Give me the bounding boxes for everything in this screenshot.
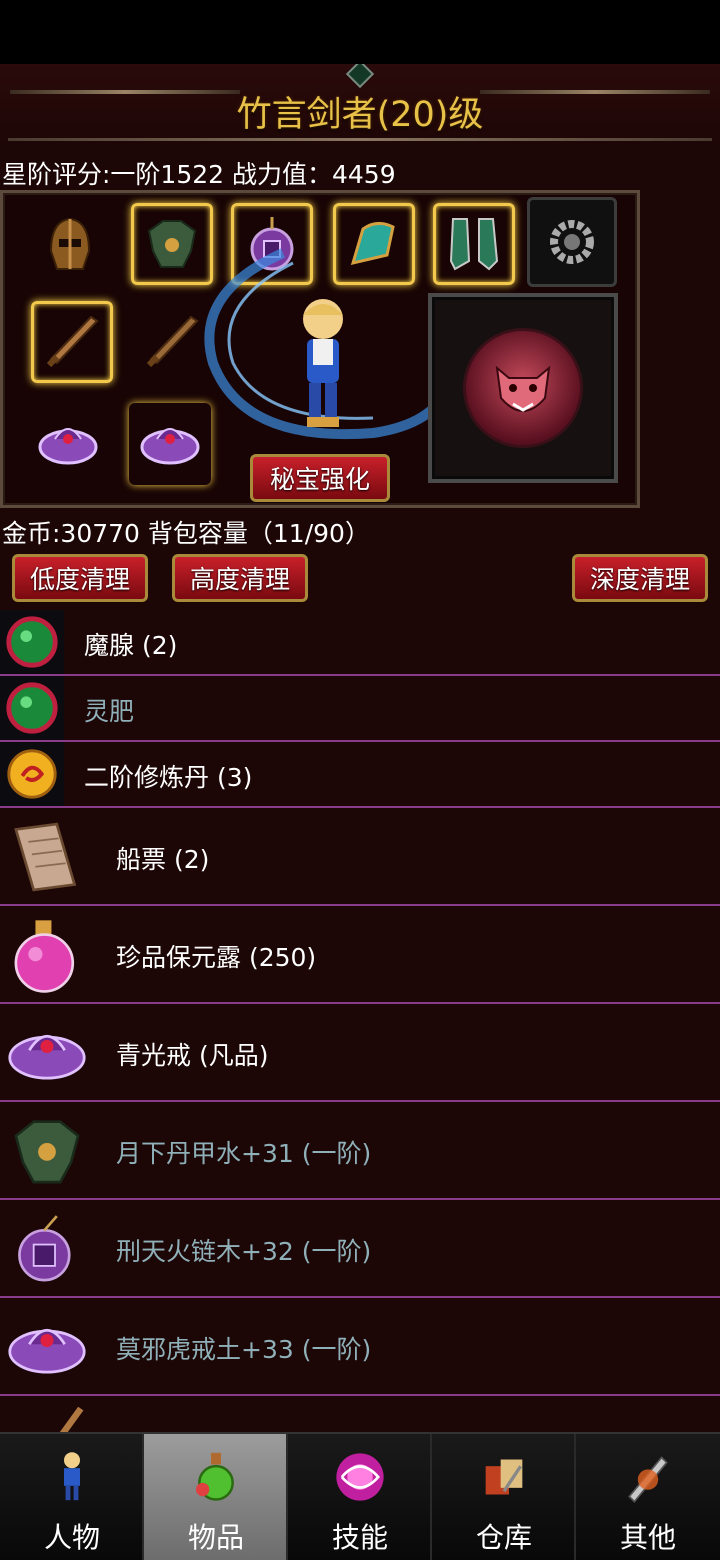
rating-power-text: 星阶评分:一阶1522 战力值：4459 bbox=[2, 160, 396, 189]
tab-other[interactable]: 其他 bbox=[576, 1434, 720, 1560]
character-avatar bbox=[303, 299, 343, 427]
item-label: 魔腺 (2) bbox=[84, 631, 178, 660]
tab-warehouse[interactable]: 仓库 bbox=[432, 1434, 576, 1560]
bead-bracelet-icon bbox=[550, 220, 594, 264]
list-item[interactable]: 魔腺 (2) bbox=[0, 610, 720, 676]
helmet-slot[interactable] bbox=[29, 203, 111, 285]
bracer-slot[interactable] bbox=[333, 203, 415, 285]
armor-slot[interactable] bbox=[131, 203, 213, 285]
item-label: 船票 (2) bbox=[116, 845, 210, 874]
secret-enhance-button[interactable]: 秘宝强化 bbox=[250, 454, 390, 502]
armor-icon bbox=[147, 220, 197, 268]
other-sword-icon bbox=[618, 1444, 678, 1510]
green-orb-icon bbox=[0, 610, 64, 674]
pill-icon bbox=[0, 742, 64, 806]
ring-slot-left[interactable] bbox=[27, 403, 109, 485]
helmet-icon bbox=[49, 217, 91, 270]
potion-icon bbox=[2, 912, 92, 998]
tab-label: 物品 bbox=[187, 1521, 244, 1554]
status-bar bbox=[0, 0, 720, 64]
sword-icon bbox=[2, 1402, 92, 1432]
gold-capacity-text: 金币:30770 背包容量（11/90） bbox=[2, 519, 370, 548]
item-label: 珍品保元露 (250) bbox=[116, 943, 317, 972]
armor-icon bbox=[2, 1108, 92, 1194]
list-item[interactable]: 灵肥 bbox=[0, 676, 720, 742]
header-gem-icon bbox=[345, 64, 375, 89]
tab-label: 技能 bbox=[331, 1521, 388, 1554]
bottom-tab-bar: 人物 物品 技能 仓库 其他 bbox=[0, 1432, 720, 1560]
tab-character[interactable]: 人物 bbox=[0, 1434, 144, 1560]
sword-icon bbox=[146, 315, 199, 368]
inventory-panel: 竹言剑者(20)级 星阶评分:一阶1522 战力值：4459 秘宝强化 金币:3… bbox=[0, 64, 720, 1432]
warehouse-icon bbox=[474, 1444, 534, 1510]
bracelet-slot[interactable] bbox=[527, 197, 617, 287]
list-item[interactable]: 珍品保元露 (250) bbox=[0, 906, 720, 1004]
ring-slot-right[interactable] bbox=[129, 403, 211, 485]
amulet-icon bbox=[250, 217, 294, 271]
potion-bottle-icon bbox=[186, 1444, 246, 1510]
list-item[interactable]: 莫邪虎戒土+33 (一阶) bbox=[0, 1298, 720, 1396]
ring-icon bbox=[2, 1010, 92, 1096]
item-label: 月下丹甲水+31 (一阶) bbox=[116, 1139, 372, 1168]
ring-icon bbox=[38, 428, 98, 465]
amulet-icon bbox=[2, 1206, 92, 1292]
boots-slot[interactable] bbox=[433, 203, 515, 285]
weapon-slot[interactable] bbox=[31, 301, 113, 383]
sword-icon bbox=[46, 315, 99, 368]
list-item[interactable]: 刑天火链木+32 (一阶) bbox=[0, 1200, 720, 1298]
list-item[interactable]: 月下丹甲水+31 (一阶) bbox=[0, 1102, 720, 1200]
scroll-icon bbox=[2, 814, 92, 900]
tab-skills[interactable]: 技能 bbox=[288, 1434, 432, 1560]
boots-icon bbox=[449, 218, 499, 271]
list-item[interactable]: 二阶修炼丹 (3) bbox=[0, 742, 720, 808]
item-label: 二阶修炼丹 (3) bbox=[84, 763, 253, 792]
tab-label: 其他 bbox=[619, 1521, 676, 1554]
tiger-emblem-icon bbox=[463, 328, 583, 448]
deep-clean-button[interactable]: 深度清理 bbox=[572, 554, 708, 602]
ring-icon bbox=[2, 1304, 92, 1390]
tab-label: 人物 bbox=[43, 1521, 100, 1554]
tab-items[interactable]: 物品 bbox=[144, 1434, 288, 1560]
character-icon bbox=[42, 1444, 102, 1510]
item-label: 刑天火链木+32 (一阶) bbox=[116, 1237, 372, 1266]
header-divider bbox=[8, 138, 712, 141]
skill-orb-icon bbox=[330, 1444, 390, 1510]
tab-label: 仓库 bbox=[475, 1521, 532, 1554]
character-title: 竹言剑者(20)级 bbox=[236, 95, 484, 135]
item-label: 灵肥 bbox=[84, 697, 135, 726]
item-label: 青光戒 (凡品) bbox=[116, 1041, 269, 1070]
green-orb-icon bbox=[0, 676, 64, 740]
high-clean-button[interactable]: 高度清理 bbox=[172, 554, 308, 602]
low-clean-button[interactable]: 低度清理 bbox=[12, 554, 148, 602]
item-label: 莫邪虎戒土+33 (一阶) bbox=[116, 1335, 372, 1364]
secret-treasure-slot[interactable] bbox=[428, 293, 618, 483]
list-item[interactable]: 船票 (2) bbox=[0, 808, 720, 906]
bracer-icon bbox=[350, 222, 395, 266]
ring-icon bbox=[140, 428, 200, 465]
list-item[interactable]: 青光戒 (凡品) bbox=[0, 1004, 720, 1102]
amulet-slot[interactable] bbox=[231, 203, 313, 285]
list-item-partial[interactable] bbox=[0, 1396, 720, 1432]
panel-header: 竹言剑者(20)级 bbox=[0, 64, 720, 154]
offhand-slot[interactable] bbox=[131, 301, 213, 383]
